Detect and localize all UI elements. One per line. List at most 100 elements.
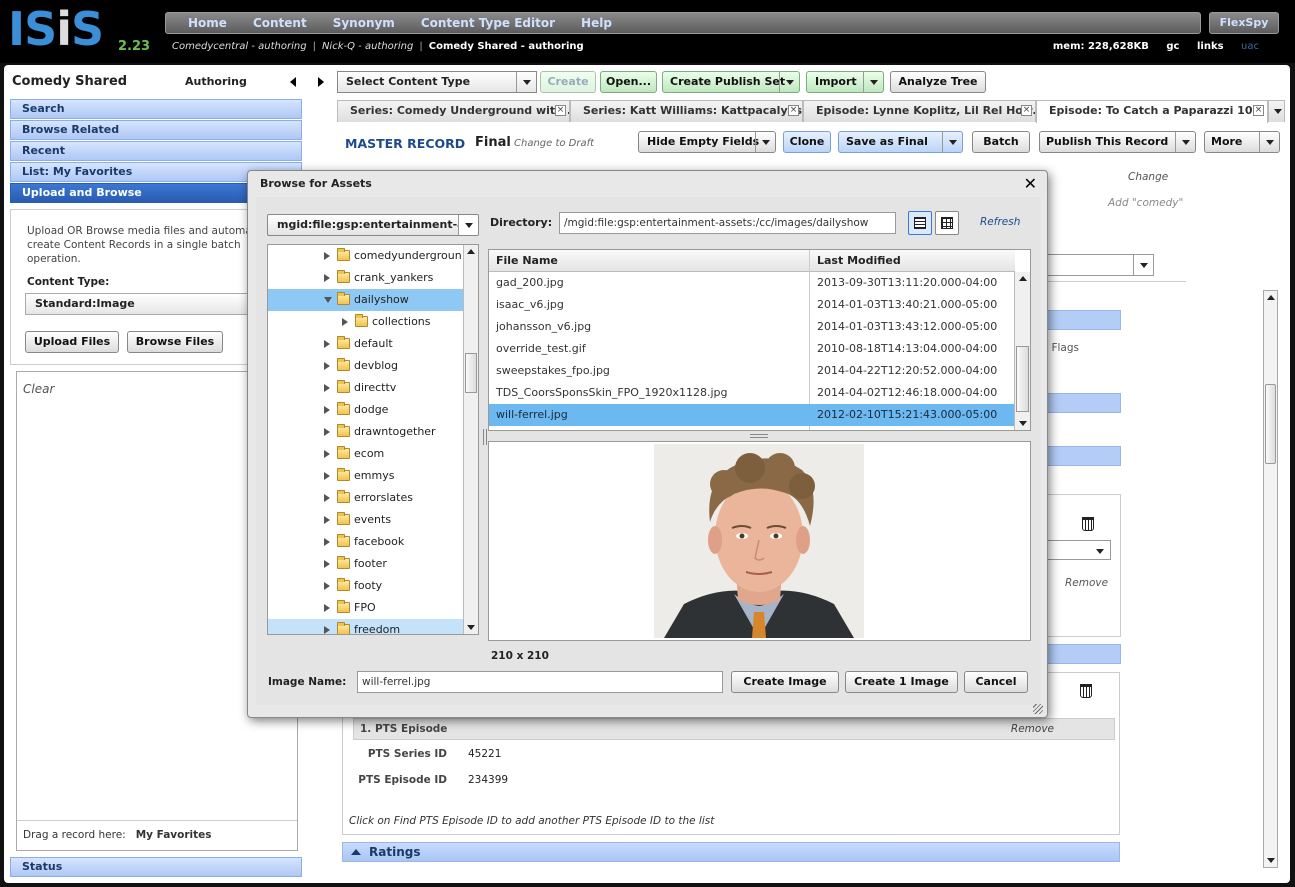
- tree-node[interactable]: facebook: [268, 531, 464, 553]
- tree-node[interactable]: footer: [268, 553, 464, 575]
- panel-prev-arrow-icon[interactable]: [290, 77, 296, 87]
- uac-link[interactable]: uac: [1241, 41, 1259, 52]
- chevron-down-icon[interactable]: [1259, 132, 1279, 152]
- clone-button[interactable]: Clone: [783, 131, 831, 153]
- tree-node[interactable]: ecom: [268, 443, 464, 465]
- remove-link[interactable]: Remove: [1065, 577, 1108, 589]
- flexspy-button[interactable]: FlexSpy: [1209, 12, 1279, 34]
- expand-closed-icon[interactable]: [324, 604, 330, 612]
- tree-scrollbar[interactable]: [463, 245, 478, 634]
- close-icon[interactable]: ×: [788, 105, 799, 116]
- tree-node[interactable]: devblog: [268, 355, 464, 377]
- tree-node[interactable]: events: [268, 509, 464, 531]
- tree-node[interactable]: drawntogether: [268, 421, 464, 443]
- close-icon[interactable]: ×: [1021, 105, 1032, 116]
- change-link[interactable]: Change: [1128, 171, 1168, 183]
- resize-grip-icon[interactable]: [1033, 704, 1043, 714]
- import-button[interactable]: Import: [806, 71, 884, 93]
- scroll-down-icon[interactable]: [467, 625, 475, 630]
- save-as-final-button[interactable]: Save as Final: [838, 131, 963, 153]
- pts-remove-link[interactable]: Remove: [1011, 719, 1054, 739]
- chevron-down-icon[interactable]: [779, 72, 799, 92]
- table-row[interactable]: isaac_v6.jpg 2014-01-03T13:40:21.000-05:0…: [489, 294, 1015, 316]
- chevron-down-icon[interactable]: [1175, 132, 1195, 152]
- nav-synonym[interactable]: Synonym: [333, 16, 395, 30]
- file-grid-scrollbar[interactable]: [1014, 272, 1030, 430]
- create-publish-set-button[interactable]: Create Publish Set: [662, 71, 800, 93]
- nav-content[interactable]: Content: [253, 16, 307, 30]
- gc-link[interactable]: gc: [1166, 41, 1179, 52]
- tree-node[interactable]: dodge: [268, 399, 464, 421]
- grid-view-toggle[interactable]: [935, 211, 959, 235]
- chevron-down-icon[interactable]: [1269, 101, 1284, 122]
- hide-empty-fields-button[interactable]: Hide Empty Fields: [638, 131, 776, 153]
- section-band-partial[interactable]: [1044, 310, 1121, 330]
- table-row[interactable]: override_test.gif 2010-08-18T14:13:04.000…: [489, 338, 1015, 360]
- context-comedycentral[interactable]: Comedycentral - authoring: [172, 41, 307, 52]
- list-view-toggle[interactable]: [908, 211, 932, 235]
- tree-node[interactable]: FPO: [268, 597, 464, 619]
- chevron-down-icon[interactable]: [458, 215, 478, 235]
- tab-to-catch-a-paparazzi[interactable]: Episode: To Catch a Paparazzi 104 ×: [1036, 100, 1268, 123]
- expand-closed-icon[interactable]: [324, 340, 330, 348]
- column-file-name[interactable]: File Name: [496, 254, 558, 267]
- tree-node[interactable]: collections: [268, 311, 464, 333]
- tab-overflow[interactable]: [1268, 100, 1285, 122]
- horizontal-splitter[interactable]: [750, 434, 768, 438]
- scroll-down-icon[interactable]: [1019, 421, 1027, 426]
- tree-node[interactable]: footy: [268, 575, 464, 597]
- section-band-partial[interactable]: [1044, 393, 1121, 413]
- tree-node[interactable]: emmys: [268, 465, 464, 487]
- tab-katt-williams[interactable]: Series: Katt Williams: Kattpacalypse ×: [570, 100, 803, 122]
- expand-closed-icon[interactable]: [324, 384, 330, 392]
- expand-closed-icon[interactable]: [324, 538, 330, 546]
- batch-button[interactable]: Batch: [972, 131, 1030, 153]
- tab-lynne-koplitz[interactable]: Episode: Lynne Koplitz, Lil Rel How... ×: [803, 100, 1036, 122]
- scroll-up-icon[interactable]: [467, 249, 475, 254]
- expand-closed-icon[interactable]: [324, 428, 330, 436]
- refresh-link[interactable]: Refresh: [980, 216, 1020, 228]
- add-tag-hint[interactable]: Add "comedy": [1108, 197, 1183, 209]
- section-ratings[interactable]: Ratings: [342, 842, 1120, 862]
- tree-node[interactable]: errorslates: [268, 487, 464, 509]
- expand-closed-icon[interactable]: [324, 252, 330, 260]
- links-link[interactable]: links: [1197, 41, 1224, 52]
- section-band-partial[interactable]: [1044, 644, 1121, 664]
- record-scrollbar[interactable]: [1263, 290, 1278, 868]
- open-button[interactable]: Open...: [600, 71, 657, 93]
- tree-node[interactable]: comedyundergroun: [268, 245, 464, 267]
- expand-closed-icon[interactable]: [324, 582, 330, 590]
- trash-icon[interactable]: [1082, 517, 1094, 531]
- clear-link[interactable]: Clear: [23, 382, 54, 396]
- field-select[interactable]: [1045, 540, 1111, 560]
- close-icon[interactable]: ×: [555, 105, 566, 116]
- scroll-down-icon[interactable]: [1267, 858, 1275, 863]
- scroll-thumb[interactable]: [1265, 384, 1276, 464]
- scroll-up-icon[interactable]: [1267, 295, 1275, 300]
- nav-content-type-editor[interactable]: Content Type Editor: [421, 16, 555, 30]
- expand-closed-icon[interactable]: [324, 560, 330, 568]
- upload-files-button[interactable]: Upload Files: [25, 331, 119, 353]
- table-row[interactable]: sweepstakes_fpo.jpg 2014-04-22T12:20:52.0…: [489, 360, 1015, 382]
- expand-open-icon[interactable]: [324, 297, 332, 303]
- chevron-down-icon[interactable]: [1133, 255, 1153, 275]
- trash-icon[interactable]: [1080, 684, 1092, 698]
- scroll-thumb[interactable]: [465, 353, 477, 393]
- publish-this-record-button[interactable]: Publish This Record: [1039, 131, 1196, 153]
- expand-closed-icon[interactable]: [324, 494, 330, 502]
- nav-help[interactable]: Help: [581, 16, 612, 30]
- accordion-search[interactable]: Search: [10, 99, 302, 119]
- accordion-browse-related[interactable]: Browse Related: [10, 120, 302, 140]
- table-row[interactable]: TDS_CoorsSponsSkin_FPO_1920x1128.jpg 2014…: [489, 382, 1015, 404]
- cancel-button[interactable]: Cancel: [964, 671, 1028, 693]
- chevron-down-icon[interactable]: [1090, 541, 1110, 559]
- create-button[interactable]: Create: [540, 71, 596, 93]
- close-icon[interactable]: ×: [1253, 105, 1264, 116]
- analyze-tree-button[interactable]: Analyze Tree: [890, 71, 986, 93]
- expand-closed-icon[interactable]: [324, 516, 330, 524]
- accordion-recent[interactable]: Recent: [10, 141, 302, 161]
- scroll-thumb[interactable]: [1016, 346, 1029, 412]
- expand-closed-icon[interactable]: [324, 626, 330, 634]
- expand-closed-icon[interactable]: [342, 318, 348, 326]
- context-nickq[interactable]: Nick-Q - authoring: [322, 41, 413, 52]
